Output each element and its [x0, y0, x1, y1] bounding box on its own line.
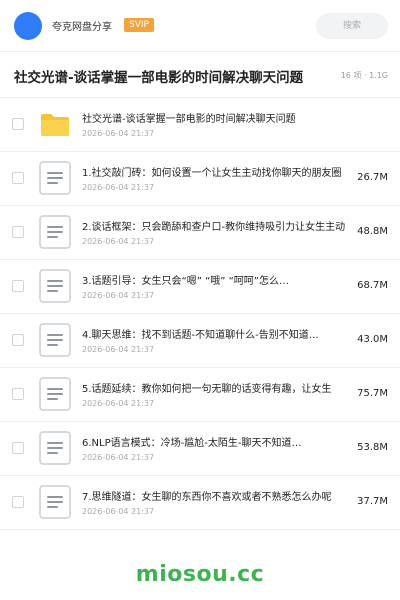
- folder-title-row: 社交光谱-谈话掌握一部电影的时间解决聊天问题 16 项 · 1.1G: [0, 52, 400, 98]
- item-name[interactable]: 6.NLP语言模式：冷场-尴尬-太陌生-聊天不知道…: [82, 434, 354, 449]
- app-name: 夸克网盘分享: [52, 22, 112, 33]
- item-size: 53.8M: [357, 442, 388, 453]
- item-size: 75.7M: [357, 388, 388, 399]
- watermark-brand: miosou.cc: [135, 562, 265, 587]
- item-size: 43.0M: [357, 334, 388, 345]
- item-size: 26.7M: [357, 172, 388, 183]
- document-icon: [38, 431, 72, 465]
- row-checkbox[interactable]: [12, 118, 24, 130]
- item-date: 2026-06-04 21:37: [82, 507, 155, 516]
- row-checkbox[interactable]: [12, 226, 24, 238]
- item-date: 2026-06-04 21:37: [82, 129, 155, 138]
- document-icon: [38, 269, 72, 303]
- item-name[interactable]: 2.谈话框架：只会跪舔和查户口-教你维持吸引力让女生主动: [82, 218, 354, 233]
- row-checkbox[interactable]: [12, 388, 24, 400]
- search-input[interactable]: [316, 13, 388, 39]
- item-date: 2026-06-04 21:37: [82, 237, 155, 246]
- document-icon: [38, 485, 72, 519]
- row-checkbox[interactable]: [12, 172, 24, 184]
- file-row[interactable]: 4.聊天思维：找不到话题-不知道聊什么-告别不知道… 2026-06-04 21:…: [0, 314, 400, 368]
- folder-meta: 16 项 · 1.1G: [340, 71, 388, 80]
- row-checkbox[interactable]: [12, 280, 24, 292]
- item-size: 68.7M: [357, 280, 388, 291]
- row-checkbox[interactable]: [12, 442, 24, 454]
- item-size: 48.8M: [357, 226, 388, 237]
- item-date: 2026-06-04 21:37: [82, 291, 155, 300]
- page-title: 社交光谱-谈话掌握一部电影的时间解决聊天问题: [14, 70, 304, 86]
- file-row[interactable]: 6.NLP语言模式：冷场-尴尬-太陌生-聊天不知道… 2026-06-04 21:…: [0, 422, 400, 476]
- folder-row[interactable]: 社交光谱-谈话掌握一部电影的时间解决聊天问题 2026-06-04 21:37: [0, 98, 400, 152]
- document-icon: [38, 215, 72, 249]
- document-icon: [38, 323, 72, 357]
- item-size: 37.7M: [357, 496, 388, 507]
- file-list: 社交光谱-谈话掌握一部电影的时间解决聊天问题 2026-06-04 21:37 1.…: [0, 98, 400, 530]
- svip-badge: SVIP: [124, 18, 154, 32]
- item-name[interactable]: 3.话题引导：女生只会“嗯” “哦” “呵呵”怎么…: [82, 272, 354, 287]
- avatar[interactable]: [14, 12, 42, 40]
- item-date: 2026-06-04 21:37: [82, 399, 155, 408]
- file-row[interactable]: 1.社交敲门砖：如何设置一个让女生主动找你聊天的朋友圈 2026-06-04 21…: [0, 152, 400, 206]
- item-date: 2026-06-04 21:37: [82, 345, 155, 354]
- file-row[interactable]: 5.话题延续：教你如何把一句无聊的话变得有趣，让女生 2026-06-04 21:…: [0, 368, 400, 422]
- item-date: 2026-06-04 21:37: [82, 453, 155, 462]
- folder-icon: [38, 107, 72, 141]
- header-bar: 夸克网盘分享 SVIP: [0, 0, 400, 52]
- item-date: 2026-06-04 21:37: [82, 183, 155, 192]
- document-icon: [38, 161, 72, 195]
- file-row[interactable]: 2.谈话框架：只会跪舔和查户口-教你维持吸引力让女生主动 2026-06-04 2…: [0, 206, 400, 260]
- file-row[interactable]: 3.话题引导：女生只会“嗯” “哦” “呵呵”怎么… 2026-06-04 21:…: [0, 260, 400, 314]
- row-checkbox[interactable]: [12, 334, 24, 346]
- item-name[interactable]: 4.聊天思维：找不到话题-不知道聊什么-告别不知道…: [82, 326, 354, 341]
- item-name[interactable]: 5.话题延续：教你如何把一句无聊的话变得有趣，让女生: [82, 380, 354, 395]
- document-icon: [38, 377, 72, 411]
- item-name[interactable]: 7.思维隧道：女生聊的东西你不喜欢或者不熟悉怎么办呢: [82, 488, 354, 503]
- row-checkbox[interactable]: [12, 496, 24, 508]
- file-row[interactable]: 7.思维隧道：女生聊的东西你不喜欢或者不熟悉怎么办呢 2026-06-04 21:…: [0, 476, 400, 530]
- item-name[interactable]: 社交光谱-谈话掌握一部电影的时间解决聊天问题: [82, 110, 354, 125]
- item-name[interactable]: 1.社交敲门砖：如何设置一个让女生主动找你聊天的朋友圈: [82, 164, 354, 179]
